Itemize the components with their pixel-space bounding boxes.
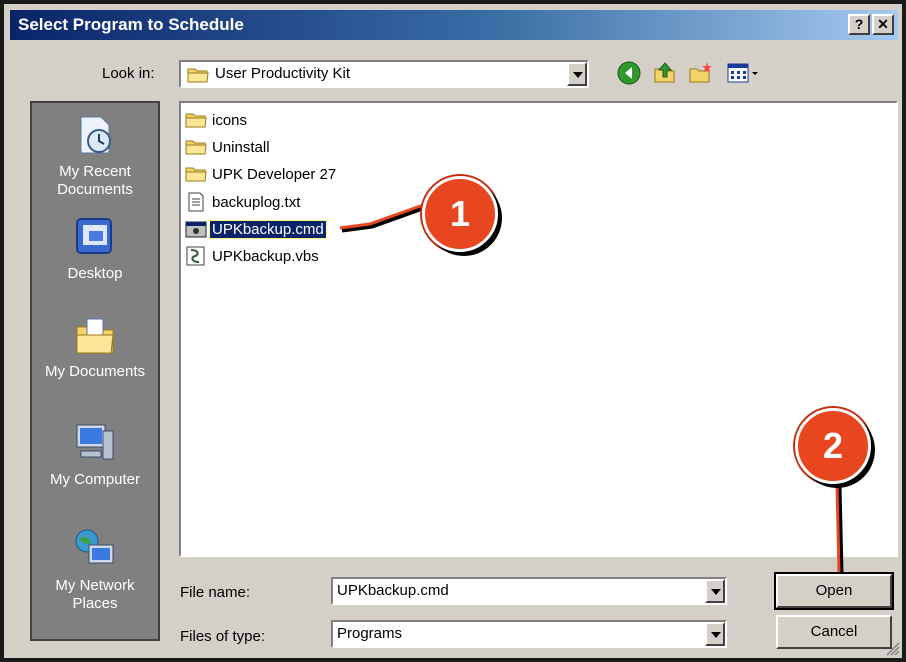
callout-pointers bbox=[339, 202, 844, 575]
callout-badge-2: 2 bbox=[795, 408, 871, 484]
callout-badge-1: 1 bbox=[422, 176, 498, 252]
